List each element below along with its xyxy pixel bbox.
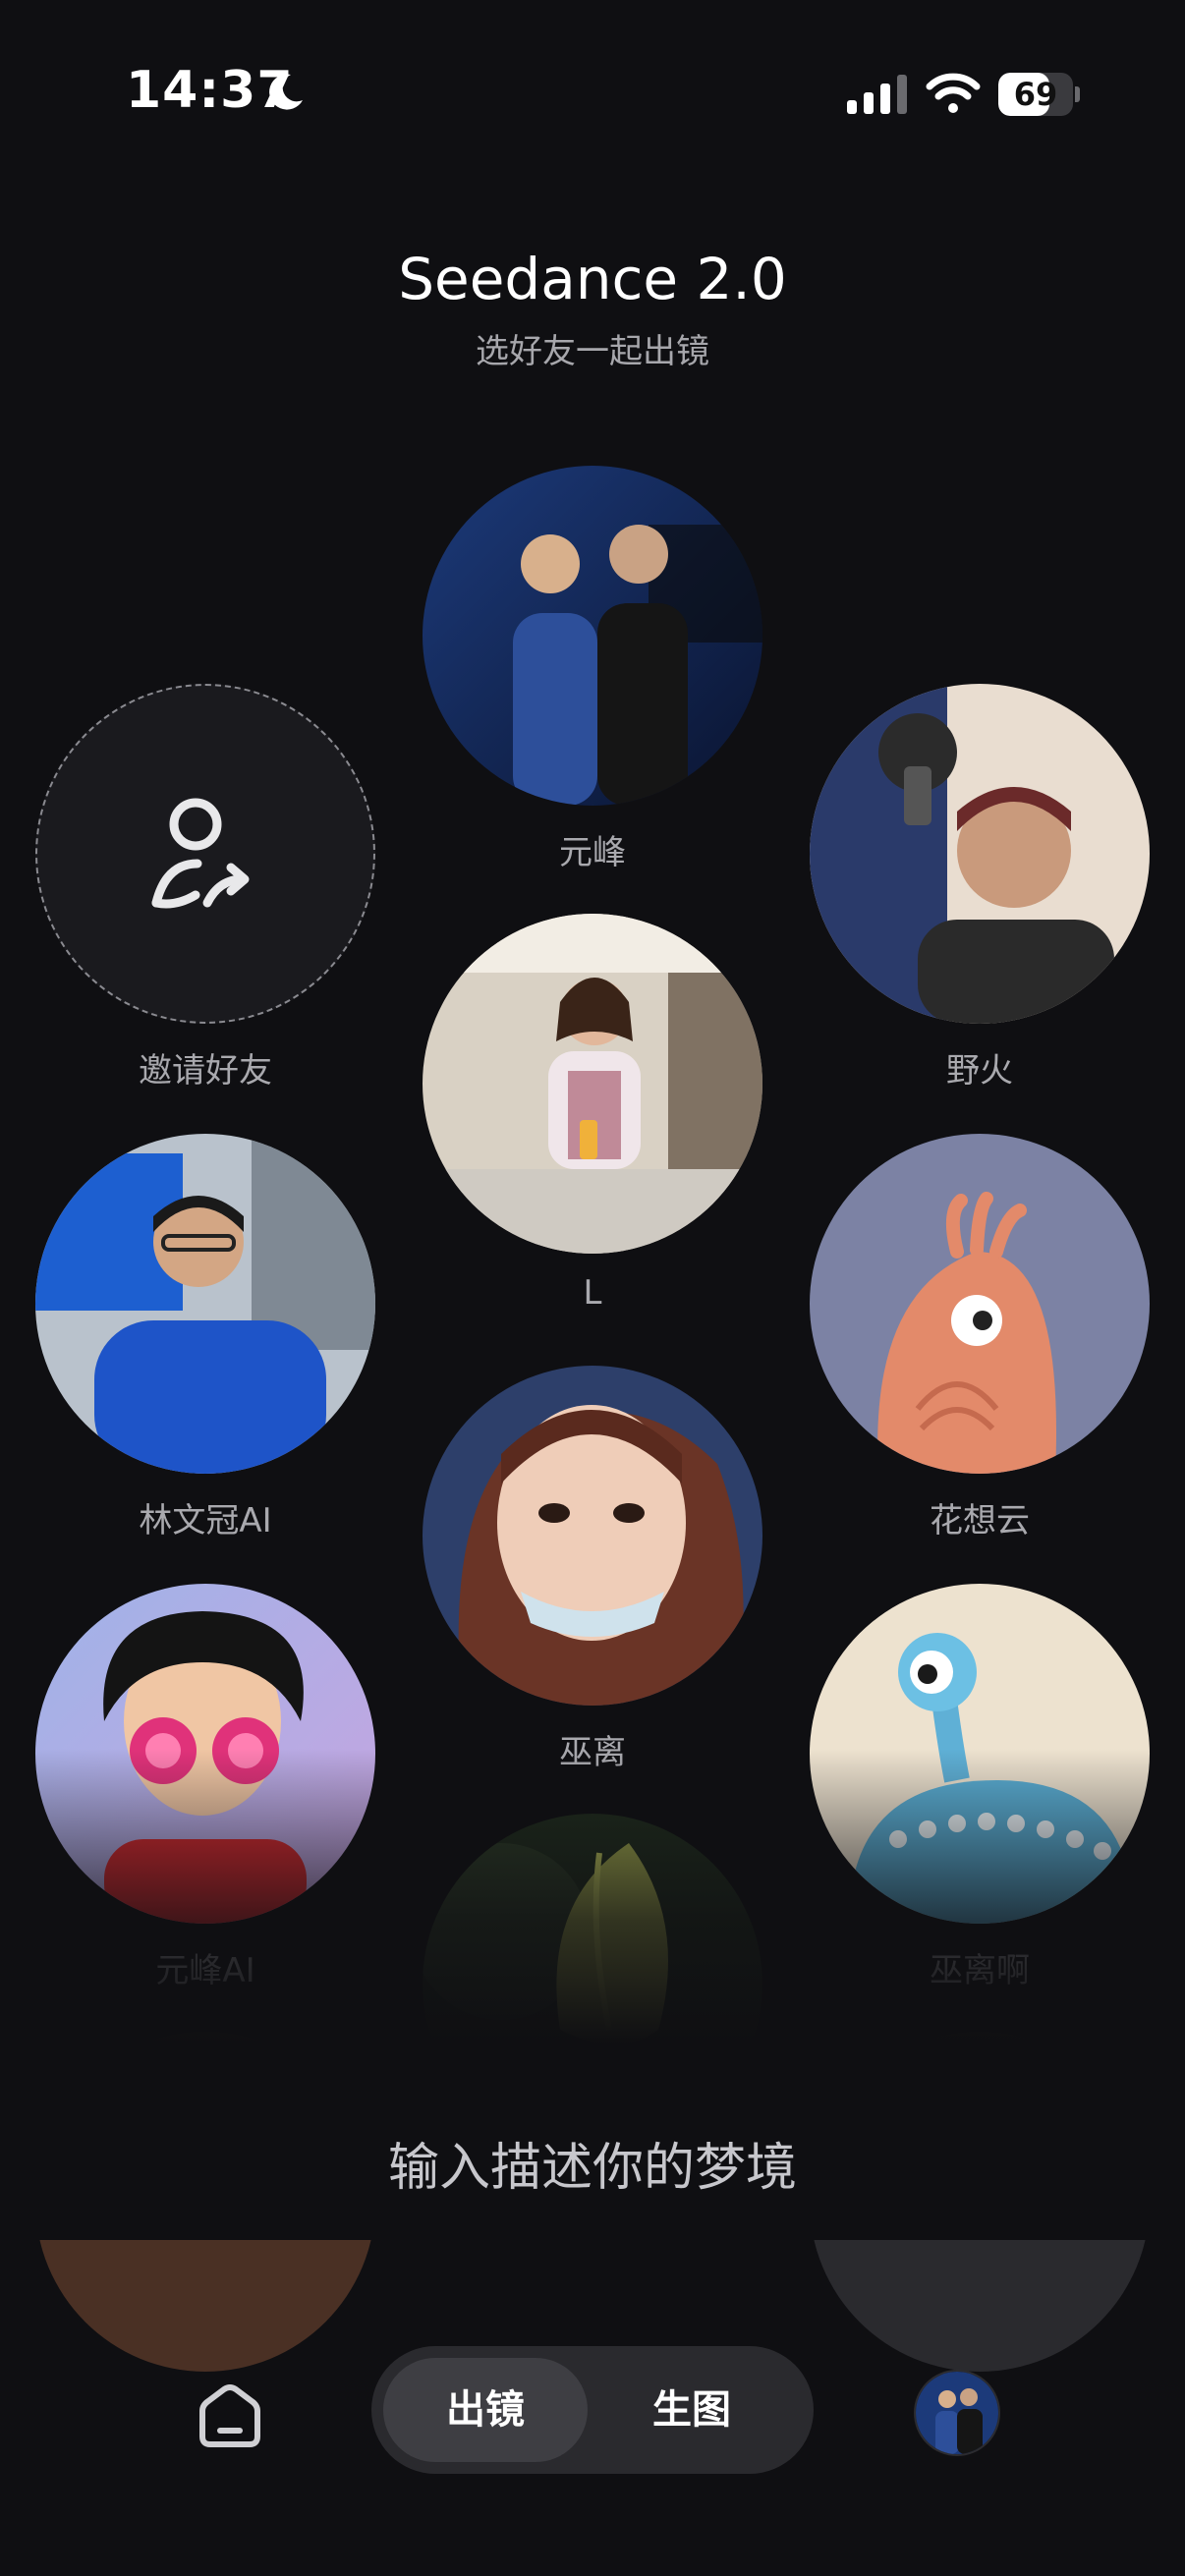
avatar[interactable] [423, 1814, 762, 2154]
friend-card-wuli[interactable]: 巫离 [423, 1366, 762, 1773]
avatar[interactable] [810, 684, 1150, 1024]
friend-name: 巫离 [559, 1733, 626, 1772]
friend-card-huaxiangyun[interactable]: 花想云 [810, 1134, 1150, 1541]
photo-woman-face [423, 1366, 762, 1706]
battery-level: 69 [1013, 76, 1058, 113]
friend-name: 元峰 [559, 833, 626, 872]
friend-card-linwenguan-ai[interactable]: 林文冠AI [35, 1134, 375, 1541]
home-icon[interactable] [193, 2378, 267, 2452]
avatar[interactable] [810, 1584, 1150, 1924]
invite-friend-card[interactable]: 邀请好友 [35, 684, 375, 1092]
friend-card-partial-right[interactable] [810, 2032, 1150, 2372]
avatar[interactable] [35, 1584, 375, 1924]
photo-partial [810, 2032, 1150, 2372]
battery-indicator: 69 [998, 73, 1080, 116]
friend-card-l[interactable]: L [423, 914, 762, 1313]
friend-card-yuanfeng[interactable]: 元峰 [423, 466, 762, 873]
profile-photo [916, 2372, 998, 2454]
photo-woman-sitting [423, 914, 762, 1254]
avatar[interactable] [810, 2032, 1150, 2372]
cartoon-blue-creature [810, 1584, 1150, 1924]
mode-tab-generate-image[interactable]: 生图 [590, 2358, 794, 2462]
avatar[interactable] [423, 914, 762, 1254]
status-bar: 14:37 69 [0, 0, 1185, 196]
profile-avatar[interactable] [914, 2370, 1000, 2456]
photo-man-blue-shirt [35, 1134, 375, 1474]
friend-card-wulia[interactable]: 巫离啊 [810, 1584, 1150, 1991]
photo-two-men-on-stage [423, 466, 762, 806]
battery-cap [1075, 86, 1080, 102]
photo-man-selfie [810, 684, 1150, 1024]
avatar[interactable] [35, 2032, 375, 2372]
avatar[interactable] [423, 466, 762, 806]
friend-name: L [583, 1273, 602, 1313]
friend-name: 巫离啊 [930, 1951, 1030, 1990]
friend-name: 元峰AI [155, 1951, 255, 1990]
friend-name: 野火 [946, 1051, 1013, 1091]
friend-card-partial-left[interactable] [35, 2032, 375, 2372]
cartoon-orange-creature [810, 1134, 1150, 1474]
app-title: Seedance 2.0 [398, 246, 787, 312]
mode-tab-appear[interactable]: 出镜 [383, 2358, 588, 2462]
signal-icon [847, 75, 907, 114]
avatar[interactable] [423, 1366, 762, 1706]
avatar[interactable] [810, 1134, 1150, 1474]
avatar[interactable] [35, 1134, 375, 1474]
moon-icon [269, 74, 303, 110]
mode-switch: 出镜 生图 [371, 2346, 814, 2474]
battery-body: 69 [998, 73, 1073, 116]
friend-card-flower[interactable] [423, 1814, 762, 2154]
invite-person-icon [151, 798, 250, 909]
wifi-icon [926, 73, 981, 113]
invite-friend-button[interactable] [35, 684, 375, 1024]
friend-card-yuanfeng-ai[interactable]: 元峰AI [35, 1584, 375, 1991]
friend-name: 花想云 [930, 1501, 1030, 1540]
friend-name: 林文冠AI [139, 1501, 272, 1540]
friend-card-yehuo[interactable]: 野火 [810, 684, 1150, 1092]
friend-name: 邀请好友 [139, 1051, 272, 1091]
app-subtitle: 选好友一起出镜 [476, 332, 709, 371]
dream-prompt-input[interactable]: 输入描述你的梦境 [0, 2126, 1185, 2200]
photo-flower-bud [423, 1814, 762, 2154]
cartoon-boy-pink-glasses [35, 1584, 375, 1924]
photo-partial [35, 2032, 375, 2372]
